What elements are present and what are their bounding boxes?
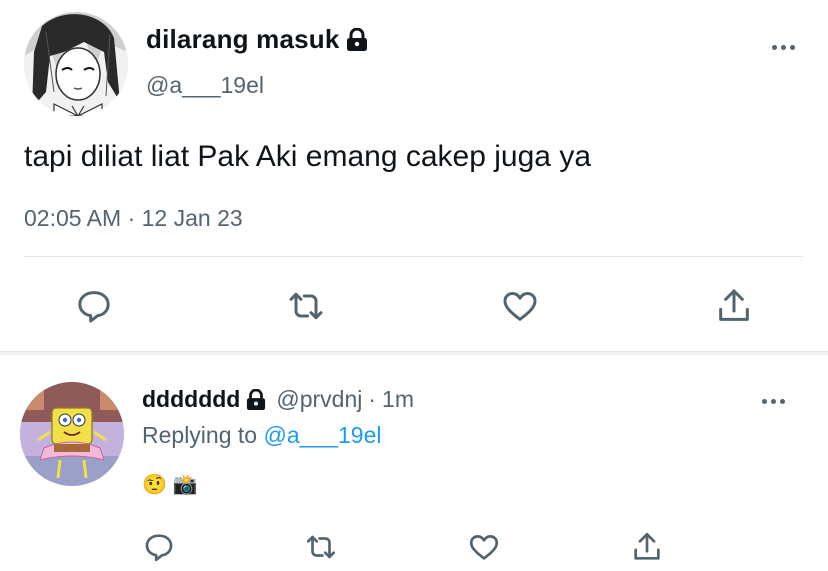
reply-more-options-icon[interactable] xyxy=(762,399,785,404)
main-tweet-timestamp[interactable]: 02:05 AM · 12 Jan 23 xyxy=(24,205,243,232)
replying-to-label: Replying to xyxy=(142,422,258,448)
replying-to-handle[interactable]: @a___19el xyxy=(263,422,381,448)
spongebob-avatar-icon xyxy=(20,382,124,486)
camera-flash-emoji: 📸 xyxy=(172,474,198,496)
reply-retweet-icon[interactable] xyxy=(303,530,339,564)
main-handle[interactable]: @a___19el xyxy=(146,72,264,99)
raised-eyebrow-emoji: 🤨 xyxy=(142,474,167,496)
replying-to: Replying to @a___19el xyxy=(142,422,381,449)
main-more-options-icon[interactable] xyxy=(772,45,795,50)
retweet-icon[interactable] xyxy=(285,286,327,326)
main-divider xyxy=(24,256,804,257)
reply-handle[interactable]: @prvdnj xyxy=(276,386,362,413)
main-tweet-date: 12 Jan 23 xyxy=(141,205,243,231)
reply-like-icon[interactable] xyxy=(466,530,502,564)
main-author-name-row: dilarang masuk xyxy=(146,24,368,55)
tweet-separator-band xyxy=(0,351,828,355)
reply-age[interactable]: 1m xyxy=(382,386,414,413)
share-icon[interactable] xyxy=(714,286,754,326)
anime-girl-avatar-icon xyxy=(24,12,128,116)
reply-text: 🤨 📸 xyxy=(142,472,198,497)
reply-separator: · xyxy=(368,386,377,412)
timestamp-separator: · xyxy=(127,205,136,231)
reply-header: ddddddd @prvdnj · 1m xyxy=(142,386,414,413)
main-tweet-time: 02:05 AM xyxy=(24,205,122,231)
like-icon[interactable] xyxy=(499,286,541,326)
lock-icon xyxy=(247,388,266,410)
reply-display-name[interactable]: ddddddd xyxy=(142,386,240,413)
main-display-name[interactable]: dilarang masuk xyxy=(146,24,340,55)
lock-icon xyxy=(346,27,367,51)
reply-author-avatar[interactable] xyxy=(20,382,124,486)
reply-reply-icon[interactable] xyxy=(142,530,176,564)
main-tweet-text: tapi diliat liat Pak Aki emang cakep jug… xyxy=(24,140,591,173)
reply-share-icon[interactable] xyxy=(630,530,664,564)
main-author-avatar[interactable] xyxy=(24,12,128,116)
reply-icon[interactable] xyxy=(74,286,114,326)
